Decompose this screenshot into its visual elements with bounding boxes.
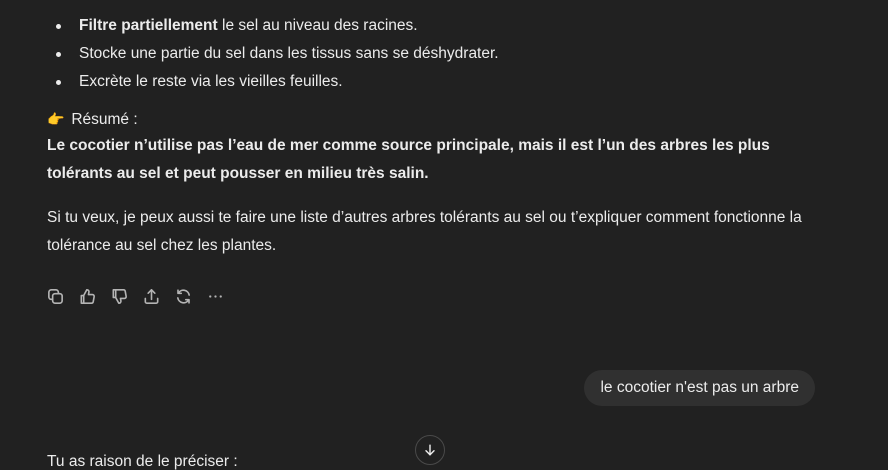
share-icon [144,288,158,304]
thumbs-down-icon [112,288,127,304]
assistant-reply-start: Tu as raison de le préciser : [47,453,238,470]
list-item: Filtre partiellement le sel au niveau de… [47,12,499,40]
regenerate-button[interactable] [172,283,194,309]
thumbs-up-button[interactable] [76,283,98,309]
followup-text: Si tu veux, je peux aussi te faire une l… [47,209,802,254]
share-button[interactable] [140,283,162,309]
copy-button[interactable] [44,283,66,309]
thumbs-up-icon [80,288,95,304]
summary-label: 👉 Résumé : [47,105,138,134]
more-icon [208,294,222,298]
user-message-bubble: le cocotier n'est pas un arbre [584,370,815,406]
message-actions [44,283,226,309]
more-button[interactable] [204,283,226,309]
list-item: Stocke une partie du sel dans les tissus… [47,40,499,68]
arrow-down-icon [425,444,435,456]
summary-text: Le cocotier n’utilise pas l’eau de mer c… [47,137,770,182]
pointing-hand-icon: 👉 [47,111,65,127]
thumbs-down-button[interactable] [108,283,130,309]
regenerate-icon [176,288,190,304]
assistant-bullet-list: Filtre partiellement le sel au niveau de… [47,12,499,96]
list-item: Excrète le reste via les vieilles feuill… [47,68,499,96]
scroll-to-bottom-button[interactable] [415,435,445,465]
copy-icon [47,288,63,304]
